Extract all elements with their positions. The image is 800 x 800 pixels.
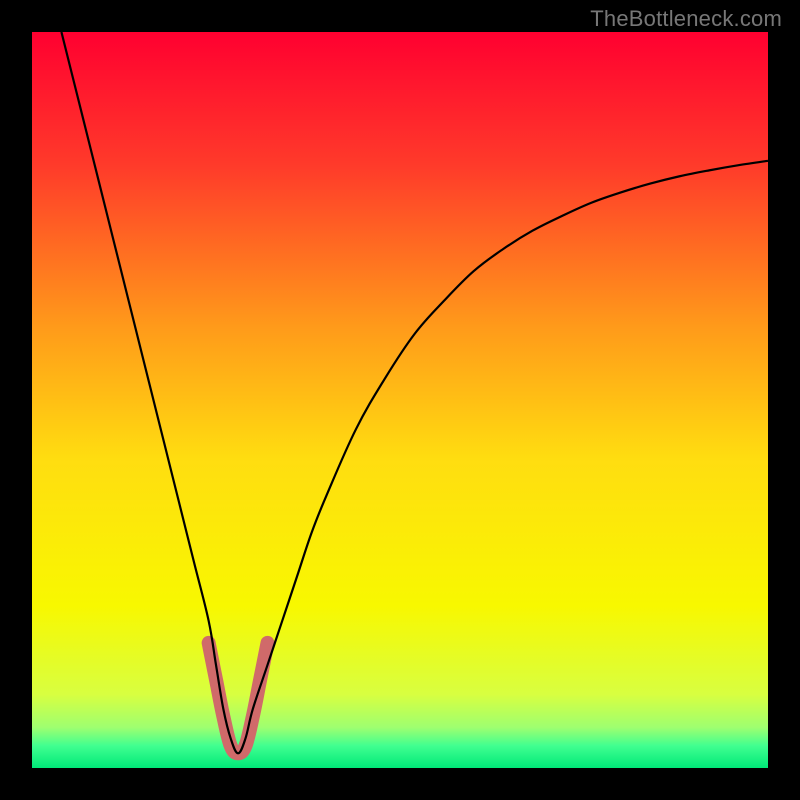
plot-background bbox=[32, 32, 768, 768]
bottleneck-chart bbox=[0, 0, 800, 800]
chart-frame: TheBottleneck.com bbox=[0, 0, 800, 800]
